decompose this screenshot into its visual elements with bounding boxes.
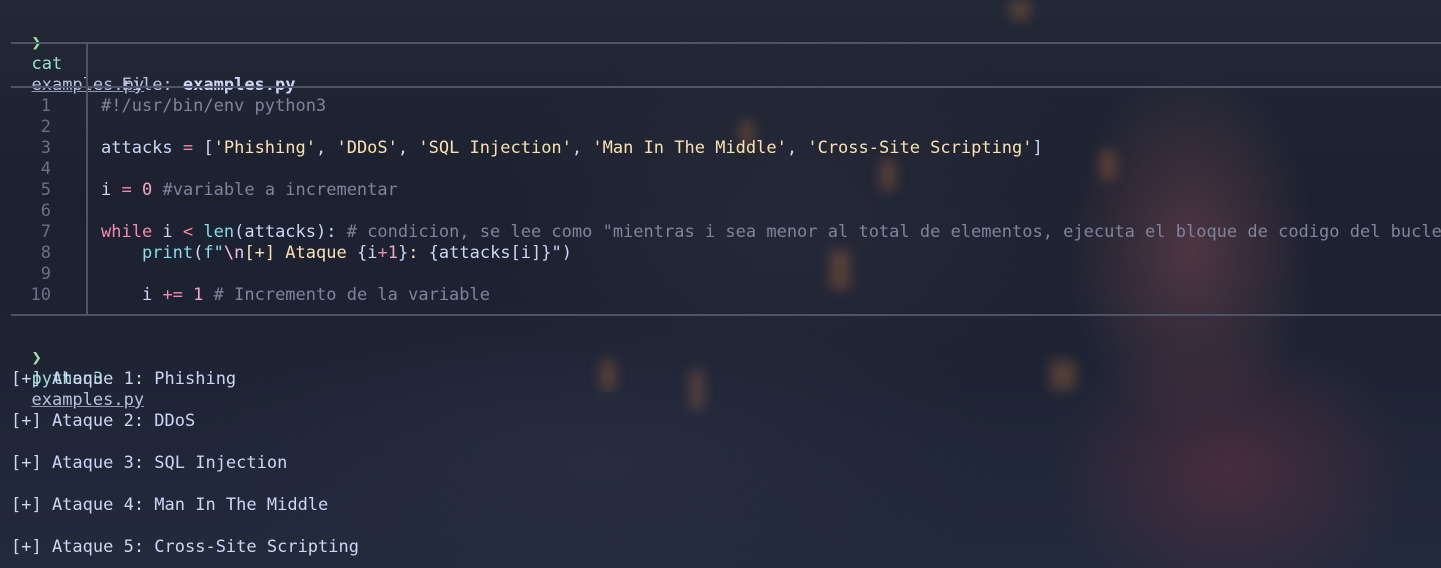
keyword-token: while — [101, 222, 153, 242]
comment-token: #variable a incrementar — [152, 180, 398, 200]
number-token: 0 — [141, 180, 153, 200]
command-line-cat: ❯ cat examples.py — [11, 12, 144, 95]
code-line-10: i += 1 # Incremento de la variable — [101, 285, 490, 306]
string-token: : — [408, 243, 429, 263]
background-light — [830, 250, 850, 290]
code-token: {attacks[i]} — [428, 243, 552, 263]
line-number: 2 — [40, 117, 51, 137]
string-token: 'Man In The Middle' — [592, 138, 787, 158]
string-token: [+] Ataque — [244, 243, 357, 263]
frame-header-border — [11, 86, 1441, 88]
code-token: attacks — [101, 138, 183, 158]
line-number: 7 — [40, 222, 51, 242]
background-light — [1050, 360, 1076, 390]
code-line-8: print(f"\n[+] Ataque {i+1}: {attacks[i]}… — [101, 243, 572, 264]
background-light — [600, 360, 616, 390]
command-line-python: ❯ python3 examples.py — [11, 327, 144, 410]
line-number: 3 — [40, 138, 51, 158]
output-line: [+] Ataque 5: Cross-Site Scripting — [11, 537, 359, 557]
gutter-separator — [86, 88, 88, 314]
code-token: < — [182, 222, 194, 242]
code-token: , — [571, 138, 593, 158]
comment-token: # condicion, se lee como "mientras i sea… — [346, 222, 1441, 242]
line-number: 4 — [40, 159, 51, 179]
line-number: 8 — [40, 243, 51, 263]
code-token: i — [101, 180, 122, 200]
code-token: += — [162, 285, 183, 305]
line-number: 9 — [40, 264, 51, 284]
string-token: 'SQL Injection' — [418, 138, 572, 158]
background-light — [1010, 0, 1030, 20]
code-line-7: while i < len(attacks): # condicion, se … — [101, 222, 1441, 243]
code-token: = — [121, 180, 132, 200]
code-line-5: i = 0 #variable a incrementar — [101, 180, 398, 201]
code-token: ] — [1032, 138, 1043, 158]
code-token: , — [786, 138, 808, 158]
file-header: File: examples.py — [101, 54, 295, 95]
code-line-3: attacks = ['Phishing', 'DDoS', 'SQL Inje… — [101, 138, 1043, 159]
line-number: 5 — [40, 180, 51, 200]
background-light — [880, 160, 896, 190]
frame-bottom-border — [11, 314, 1441, 316]
code-token: [ — [193, 138, 214, 158]
code-token: , — [315, 138, 337, 158]
code-token: ) — [561, 243, 572, 263]
file-argument-link[interactable]: examples.py — [31, 390, 144, 410]
escape-token: \n — [223, 243, 245, 263]
code-token: , — [397, 138, 419, 158]
prompt-arrow-icon: ❯ — [31, 348, 42, 368]
output-line: [+] Ataque 1: Phishing — [11, 369, 237, 389]
background-light — [1100, 150, 1116, 180]
code-token: i — [152, 222, 183, 242]
background-light — [690, 370, 704, 410]
number-token: 1 — [387, 243, 398, 263]
line-number: 10 — [30, 285, 51, 305]
code-line-1: #!/usr/bin/env python3 — [101, 96, 326, 117]
string-token: 'Phishing' — [213, 138, 316, 158]
line-number: 1 — [40, 96, 51, 116]
code-token: ( — [193, 243, 204, 263]
comment-token: # Incremento de la variable — [203, 285, 490, 305]
line-number: 6 — [40, 201, 51, 221]
string-prefix-token: f" — [203, 243, 224, 263]
builtin-token: len — [203, 222, 235, 242]
output-line: [+] Ataque 3: SQL Injection — [11, 453, 288, 473]
code-token: " — [551, 243, 562, 263]
file-name: examples.py — [182, 75, 296, 95]
file-label: File: — [121, 75, 183, 95]
output-line: [+] Ataque 4: Man In The Middle — [11, 495, 329, 515]
frame-top-border — [11, 42, 1441, 44]
code-token: + — [377, 243, 388, 263]
code-token: {i — [356, 243, 378, 263]
shebang-comment: #!/usr/bin/env python3 — [101, 96, 327, 116]
gutter-separator-header — [86, 44, 88, 86]
output-line: [+] Ataque 2: DDoS — [11, 411, 196, 431]
string-token: 'DDoS' — [336, 138, 398, 158]
builtin-token: print — [141, 243, 194, 263]
number-token: 1 — [193, 285, 204, 305]
command-name: cat — [31, 54, 63, 74]
code-token: i — [141, 285, 163, 305]
code-token: = — [182, 138, 194, 158]
string-token: 'Cross-Site Scripting' — [807, 138, 1033, 158]
code-token: } — [397, 243, 409, 263]
code-token: (attacks): — [234, 222, 347, 242]
